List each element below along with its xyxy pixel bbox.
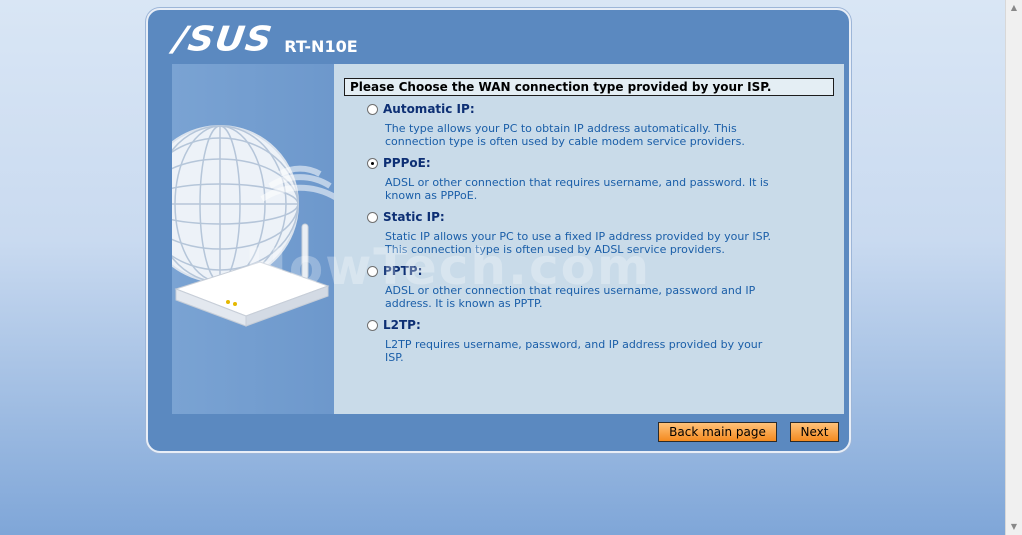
scroll-down-arrow-icon[interactable]: ▼ — [1006, 519, 1022, 535]
option-description: ADSL or other connection that requires u… — [385, 176, 805, 202]
option-description-line: address. It is known as PPTP. — [385, 297, 543, 310]
wan-type-form: Please Choose the WAN connection type pr… — [334, 64, 844, 414]
option-label[interactable]: PPPoE: — [383, 156, 431, 170]
globe-illustration-icon — [172, 125, 299, 283]
option-label[interactable]: PPTP: — [383, 264, 422, 278]
option-label[interactable]: L2TP: — [383, 318, 421, 332]
option-label[interactable]: Automatic IP: — [383, 102, 475, 116]
option-description-line: L2TP requires username, password, and IP… — [385, 338, 763, 351]
option-description-line: connection type is often used by cable m… — [385, 135, 745, 148]
setup-wizard-panel: /SUS RT-N10E Please Choose the WAN conne… — [146, 8, 851, 453]
radio-automatic-ip[interactable] — [367, 104, 378, 115]
option-description-line: ISP. — [385, 351, 404, 364]
radio-static-ip[interactable] — [367, 212, 378, 223]
scroll-up-arrow-icon[interactable]: ▲ — [1006, 0, 1022, 16]
next-button[interactable]: Next — [790, 422, 839, 442]
wan-type-heading: Please Choose the WAN connection type pr… — [344, 78, 834, 96]
radio-pptp[interactable] — [367, 266, 378, 277]
option-description: Static IP allows your PC to use a fixed … — [385, 230, 805, 256]
radio-pppoe[interactable] — [367, 158, 378, 169]
back-main-page-button[interactable]: Back main page — [658, 422, 777, 442]
button-bar: Back main page Next — [172, 414, 844, 446]
option-label[interactable]: Static IP: — [383, 210, 445, 224]
option-description: The type allows your PC to obtain IP add… — [385, 122, 805, 148]
option-description-line: ADSL or other connection that requires u… — [385, 176, 769, 189]
option-description-line: ADSL or other connection that requires u… — [385, 284, 756, 297]
option-description: L2TP requires username, password, and IP… — [385, 338, 805, 364]
option-description-line: This connection type is often used by AD… — [385, 243, 725, 256]
globe-router-illustration-icon — [172, 125, 334, 327]
brand-header: /SUS RT-N10E — [171, 20, 358, 59]
asus-logo: /SUS — [171, 20, 276, 59]
option-description-line: known as PPPoE. — [385, 189, 478, 202]
option-description-line: The type allows your PC to obtain IP add… — [385, 122, 737, 135]
vertical-scrollbar[interactable]: ▲ ▼ — [1005, 0, 1022, 535]
model-name: RT-N10E — [284, 37, 358, 56]
radio-l2tp[interactable] — [367, 320, 378, 331]
option-description-line: Static IP allows your PC to use a fixed … — [385, 230, 771, 243]
router-illustration — [172, 64, 334, 414]
option-description: ADSL or other connection that requires u… — [385, 284, 805, 310]
